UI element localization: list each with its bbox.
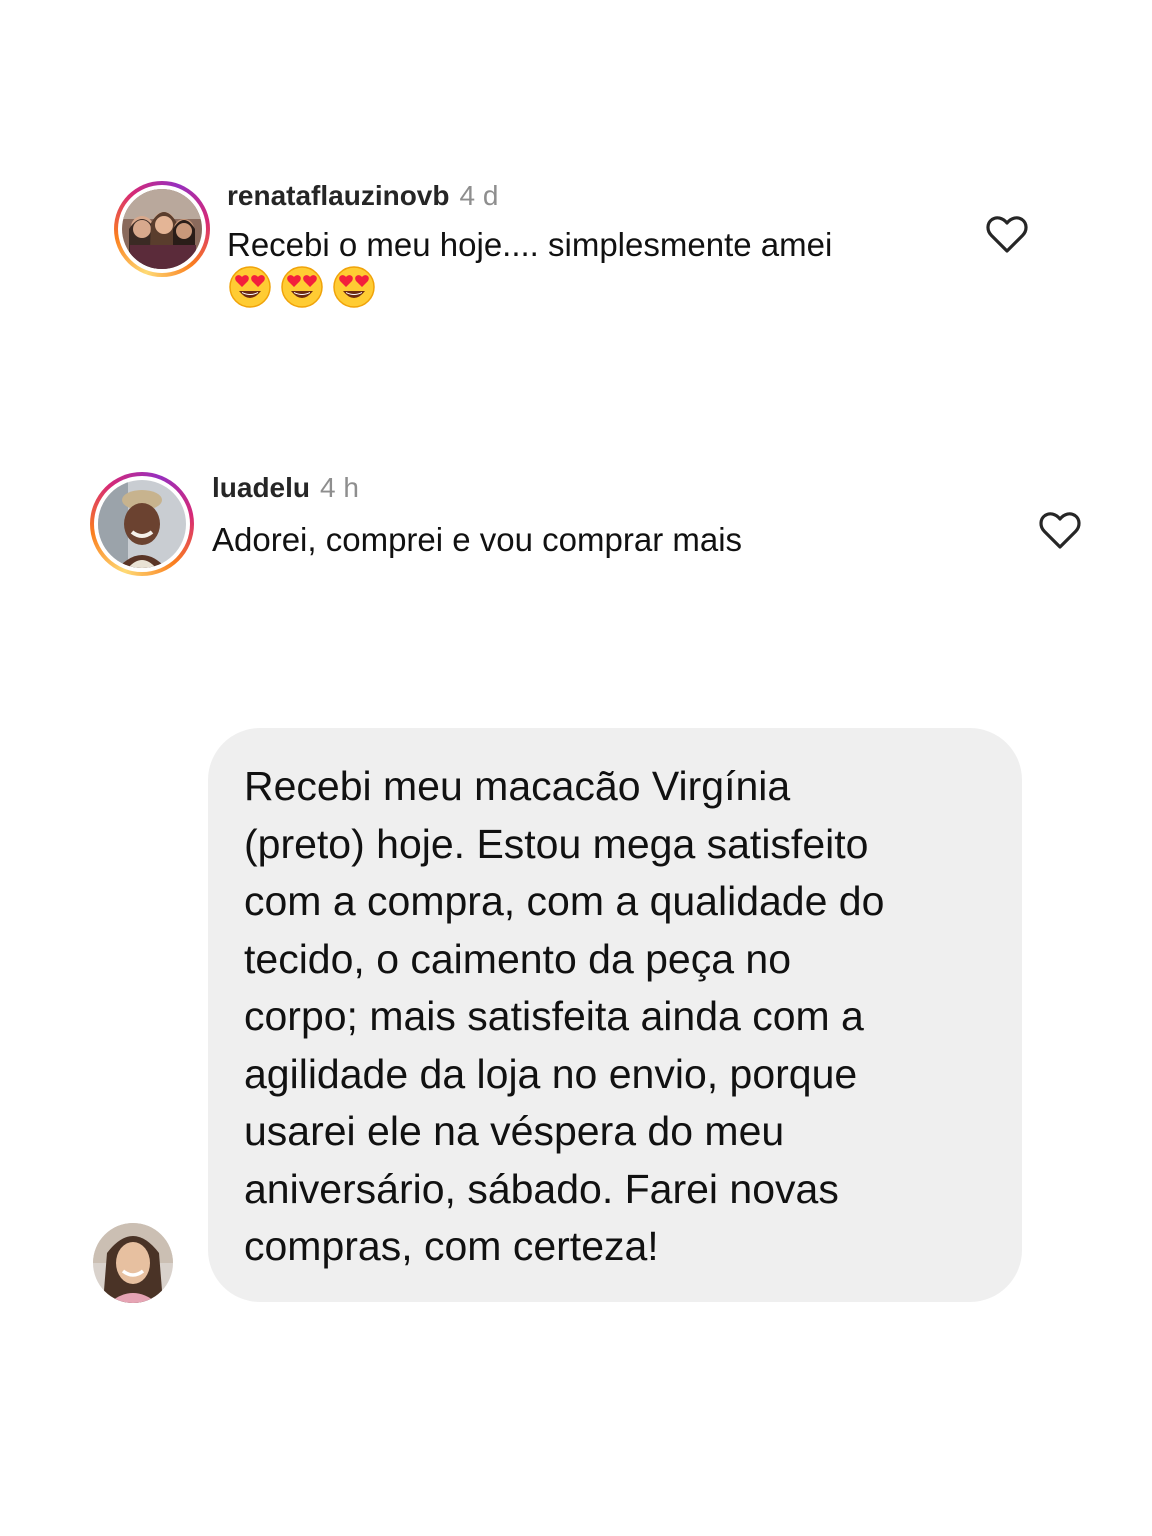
username-text[interactable]: luadelu (212, 472, 310, 503)
message-text: Recebi meu macacão Virgínia (preto) hoje… (244, 763, 885, 1269)
username-text[interactable]: renataflauzinovb (227, 180, 449, 211)
comment-text: Adorei, comprei e vou comprar mais (212, 521, 743, 558)
comment-username[interactable]: luadelu 4 h (212, 472, 359, 504)
avatar[interactable] (90, 472, 194, 576)
comment-text: Recebi o meu hoje.... simplesmente amei (227, 226, 833, 263)
heart-outline-icon[interactable] (1038, 510, 1082, 550)
avatar-photo (98, 480, 186, 568)
avatar[interactable] (93, 1223, 173, 1303)
heart-eyes-emoji (229, 266, 271, 308)
comment-username[interactable]: renataflauzinovb 4 d (227, 180, 498, 212)
message-bubble: Recebi meu macacão Virgínia (preto) hoje… (208, 728, 1022, 1302)
avatar-photo (122, 189, 202, 269)
avatar[interactable] (114, 181, 210, 277)
heart-eyes-emoji (281, 266, 323, 308)
comment-timestamp: 4 h (320, 472, 359, 503)
comment-timestamp: 4 d (459, 180, 499, 211)
heart-eyes-emoji (333, 266, 375, 308)
heart-outline-icon[interactable] (985, 214, 1029, 254)
emoji-row (228, 265, 376, 309)
